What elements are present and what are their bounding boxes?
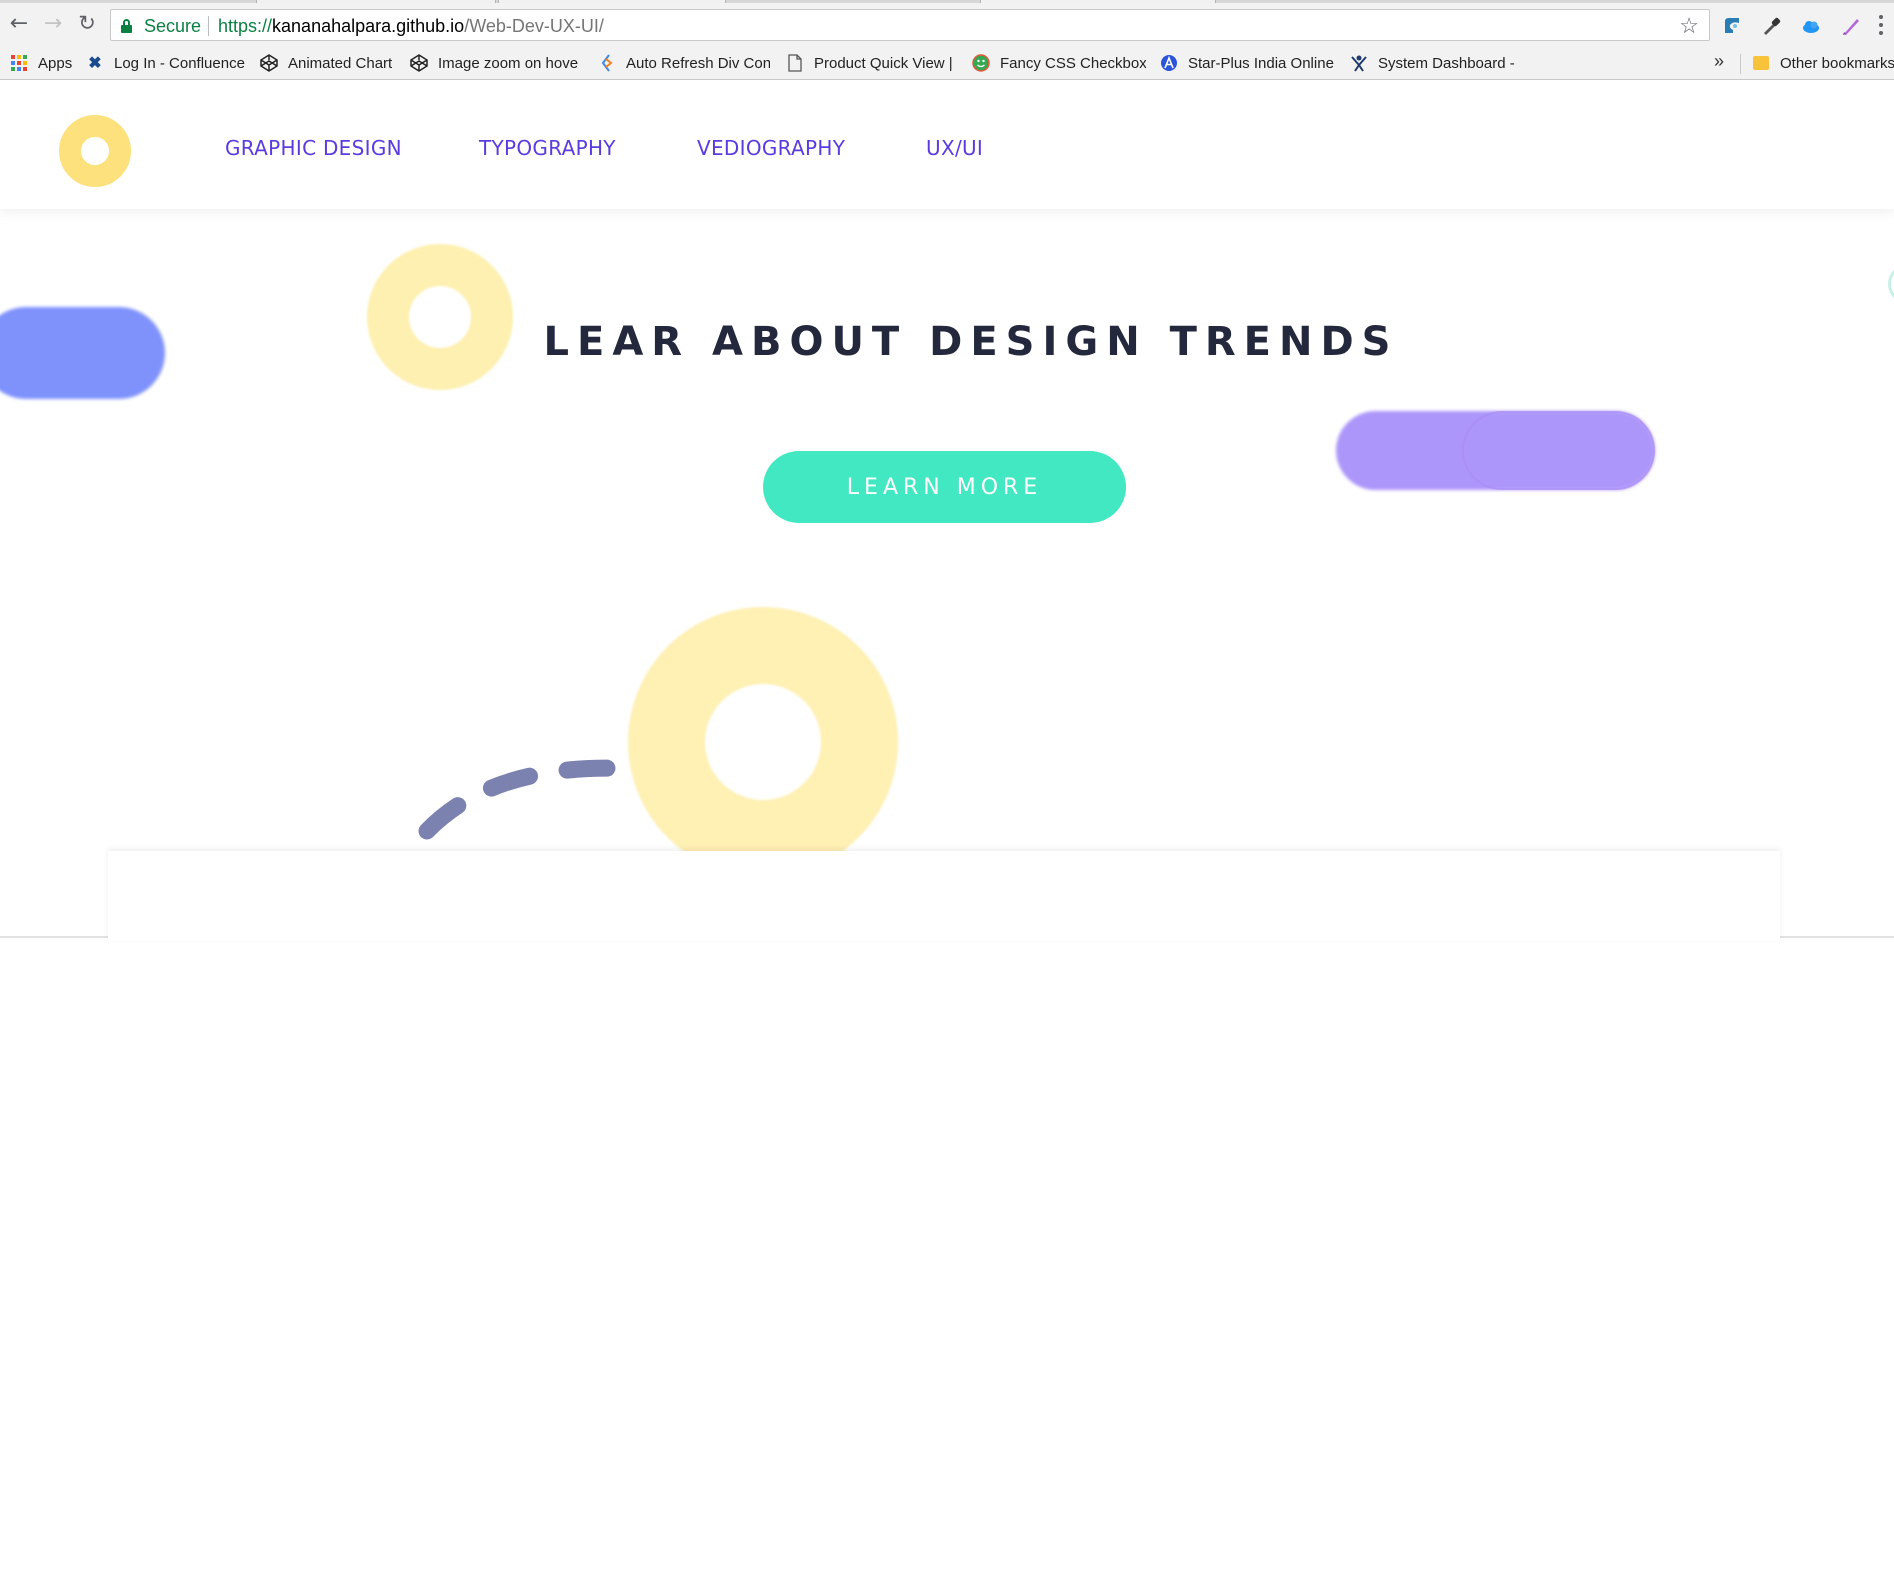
star-plus-icon bbox=[1160, 54, 1178, 72]
bookmark-label: Auto Refresh Div Con bbox=[626, 54, 770, 72]
nav-typography[interactable]: TYPOGRAPHY bbox=[479, 136, 616, 160]
nav-vediography[interactable]: VEDIOGRAPHY bbox=[697, 136, 845, 160]
jira-icon bbox=[1350, 54, 1368, 72]
content-card bbox=[108, 851, 1780, 941]
pen-extension-icon[interactable] bbox=[1838, 13, 1864, 39]
reload-icon: ↻ bbox=[78, 11, 96, 35]
browser-toolbar: ← → ↻ Secure https://kananahalpara.githu… bbox=[0, 3, 1894, 46]
arrow-right-icon: → bbox=[43, 10, 63, 36]
menu-icon[interactable] bbox=[1876, 13, 1886, 39]
nav-ux-ui[interactable]: UX/UI bbox=[926, 136, 983, 160]
arrow-left-icon: ← bbox=[9, 10, 29, 36]
purple-pill-outline-shape bbox=[1462, 411, 1655, 490]
large-yellow-ring-shape bbox=[628, 607, 898, 877]
url-scheme: https:// bbox=[218, 16, 273, 36]
hero-title: LEAR ABOUT DESIGN TRENDS bbox=[543, 319, 1399, 365]
url-text[interactable]: https://kananahalpara.github.io/Web-Dev-… bbox=[218, 16, 604, 37]
other-bookmarks-label: Other bookmarks bbox=[1780, 54, 1894, 72]
learn-more-button[interactable]: LEARN MORE bbox=[763, 451, 1126, 523]
confluence-icon: ✖ bbox=[88, 55, 102, 72]
web-page: GRAPHIC DESIGN TYPOGRAPHY VEDIOGRAPHY UX… bbox=[0, 81, 1894, 1590]
teal-ring-shape bbox=[1888, 264, 1894, 304]
bookmark-animated-chart[interactable]: Animated Chart bbox=[260, 52, 398, 74]
bookmark-star-plus[interactable]: Star-Plus India Online bbox=[1160, 52, 1336, 74]
lock-icon bbox=[121, 19, 132, 33]
bookmark-label: Image zoom on hove bbox=[438, 54, 579, 72]
smiley-icon bbox=[972, 54, 990, 72]
dashed-path-shape bbox=[418, 759, 644, 840]
apps-grid-icon bbox=[10, 54, 28, 72]
bookmark-product-quick-view[interactable]: Product Quick View | bbox=[786, 52, 956, 74]
cookie-extension-icon[interactable] bbox=[1719, 13, 1745, 39]
back-button[interactable]: ← bbox=[4, 8, 34, 38]
folder-icon bbox=[1752, 54, 1770, 72]
url-host: kananahalpara.github.io bbox=[272, 16, 465, 36]
reload-button[interactable]: ↻ bbox=[72, 8, 102, 38]
page-icon bbox=[786, 54, 804, 72]
stackoverflow-icon bbox=[598, 54, 616, 72]
codepen-icon bbox=[410, 54, 428, 72]
bookmark-label: System Dashboard - bbox=[1378, 54, 1515, 72]
bookmark-apps[interactable]: Apps bbox=[10, 52, 76, 74]
nav-graphic-design[interactable]: GRAPHIC DESIGN bbox=[225, 136, 402, 160]
cloud-extension-icon[interactable] bbox=[1798, 13, 1824, 39]
bookmark-image-zoom[interactable]: Image zoom on hove bbox=[410, 52, 582, 74]
secure-label: Secure bbox=[144, 16, 202, 36]
bookmark-label: Product Quick View | bbox=[814, 54, 953, 72]
bookmark-auto-refresh[interactable]: Auto Refresh Div Con bbox=[598, 52, 770, 74]
bookmark-fancy-css[interactable]: Fancy CSS Checkboxe bbox=[972, 52, 1146, 74]
forward-button[interactable]: → bbox=[38, 8, 68, 38]
url-path: /Web-Dev-UX-UI/ bbox=[464, 16, 604, 36]
bookmark-label: Log In - Confluence bbox=[114, 54, 245, 72]
bookmarks-bar: Apps ✖ Log In - Confluence Animated Char… bbox=[0, 46, 1894, 80]
divider bbox=[1740, 54, 1741, 74]
bookmarks-overflow-button[interactable]: » bbox=[1714, 51, 1724, 72]
bookmark-confluence[interactable]: ✖ Log In - Confluence bbox=[86, 52, 250, 74]
bookmark-label: Animated Chart bbox=[288, 54, 393, 72]
yellow-ring-shape bbox=[367, 244, 513, 390]
bookmark-label: Apps bbox=[38, 54, 73, 72]
eyedropper-extension-icon[interactable] bbox=[1758, 13, 1784, 39]
site-header: GRAPHIC DESIGN TYPOGRAPHY VEDIOGRAPHY UX… bbox=[0, 81, 1894, 209]
address-bar[interactable]: Secure https://kananahalpara.github.io/W… bbox=[110, 9, 1710, 41]
other-bookmarks[interactable]: Other bookmarks bbox=[1752, 52, 1894, 74]
logo-ring-icon[interactable] bbox=[59, 115, 131, 187]
bookmark-label: Star-Plus India Online bbox=[1188, 54, 1334, 72]
bookmark-system-dashboard[interactable]: System Dashboard - bbox=[1350, 52, 1518, 74]
codepen-icon bbox=[260, 54, 278, 72]
bookmark-label: Fancy CSS Checkboxe bbox=[1000, 54, 1146, 72]
star-icon[interactable]: ☆ bbox=[1679, 13, 1699, 39]
divider bbox=[208, 16, 209, 36]
